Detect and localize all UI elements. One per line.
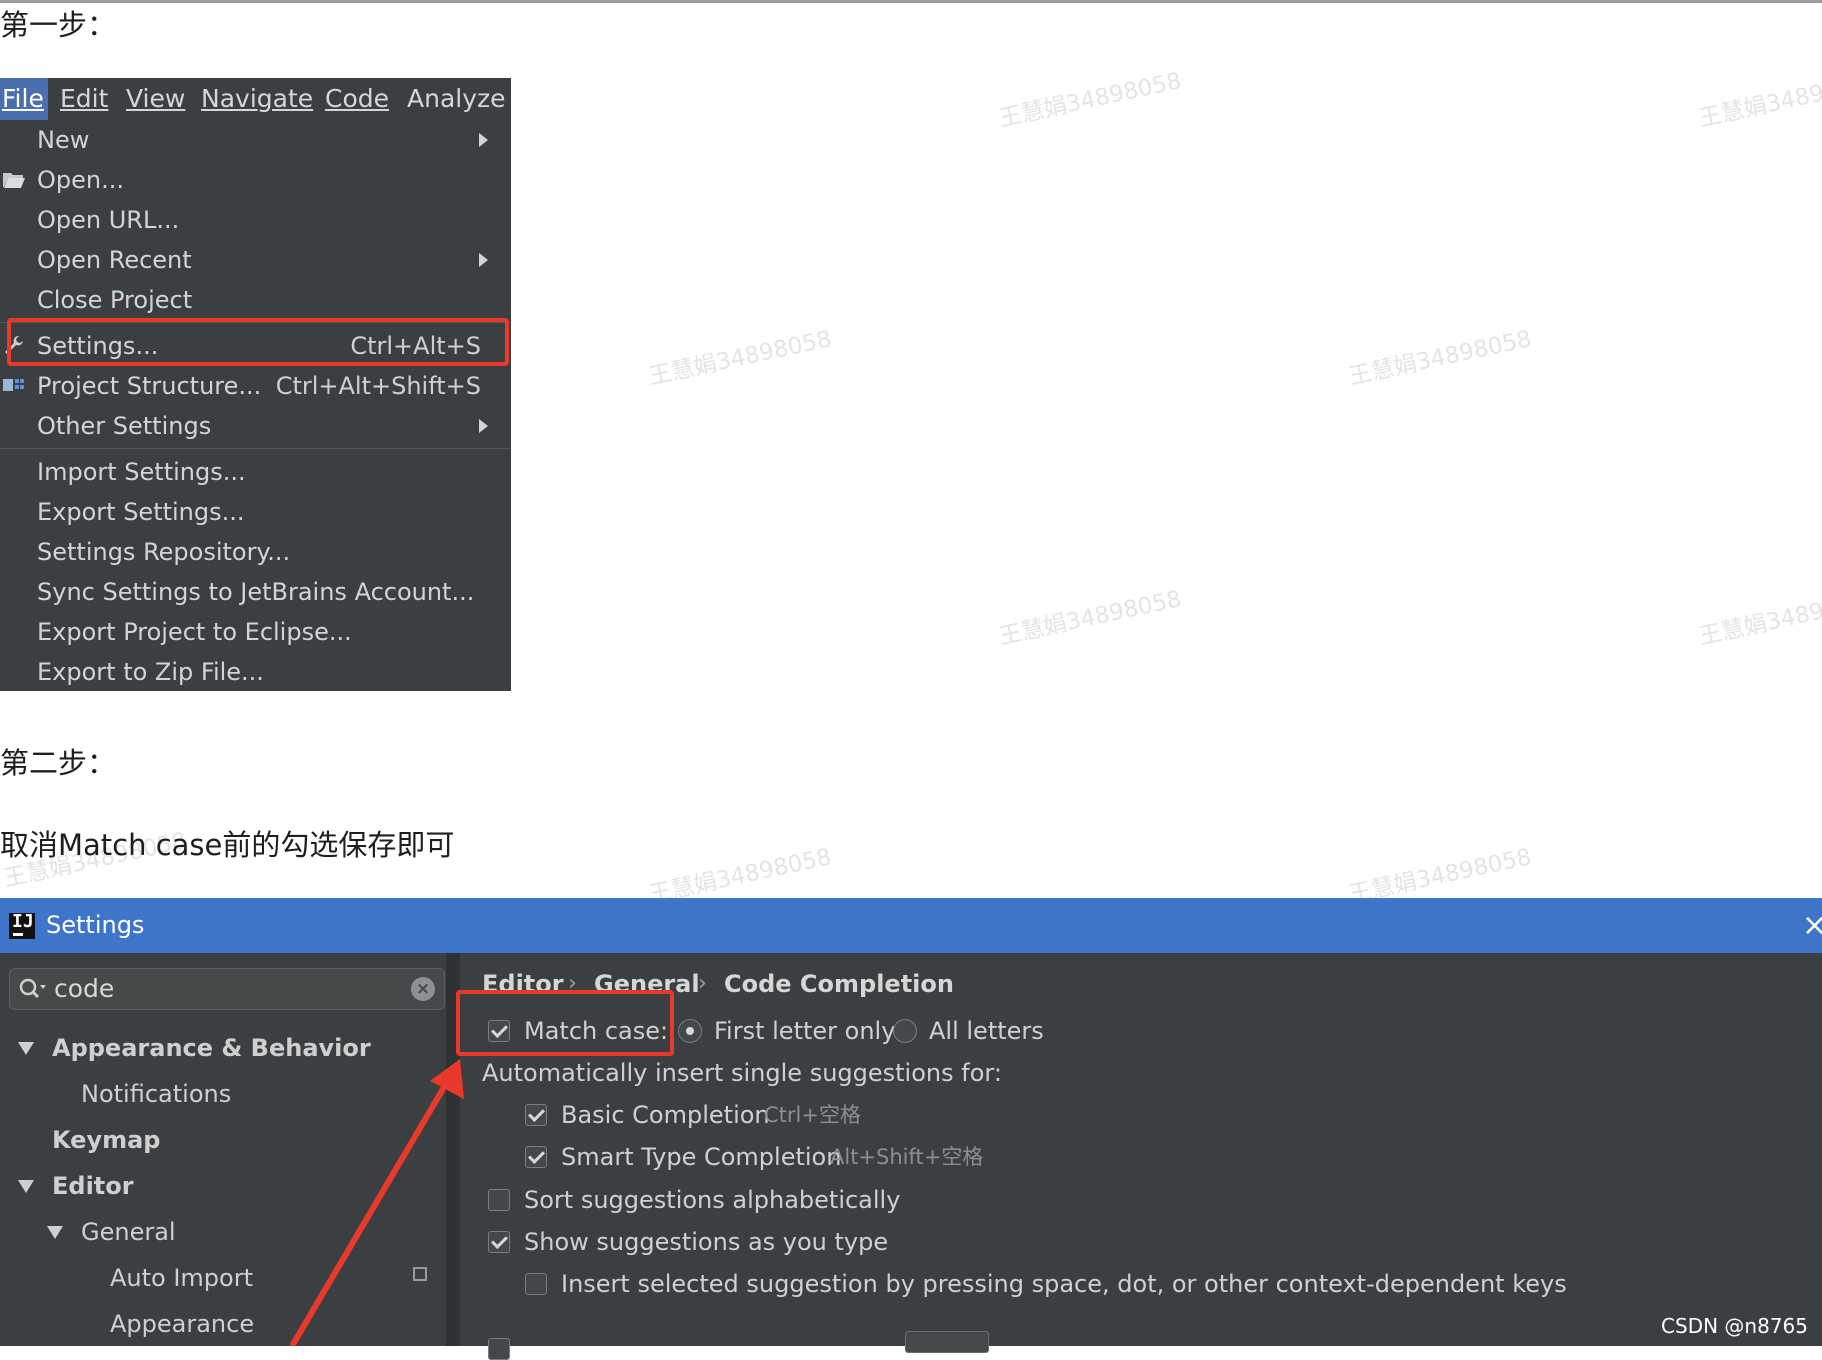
folder-icon xyxy=(3,173,25,188)
menu-item-open-recent[interactable]: Open Recent xyxy=(0,240,511,280)
tree-item-auto-import[interactable]: Auto Import xyxy=(110,1258,253,1298)
watermark: 王慧娟34898058 xyxy=(646,326,834,391)
basic-completion-checkbox[interactable] xyxy=(525,1104,547,1126)
menu-item-export-eclipse[interactable]: Export Project to Eclipse... xyxy=(0,612,511,652)
basic-completion-shortcut: Ctrl+空格 xyxy=(764,1103,861,1127)
red-pointer-arrow-icon xyxy=(289,1059,464,1346)
menu-bar: File Edit View Navigate Code Analyze xyxy=(0,78,511,120)
tree-item-appearance[interactable]: Appearance xyxy=(110,1304,254,1344)
tree-item-general[interactable]: General xyxy=(81,1212,176,1252)
menu-file[interactable]: File xyxy=(0,78,48,120)
file-menu-screenshot: File Edit View Navigate Code Analyze New… xyxy=(0,78,511,691)
menu-item-label: Other Settings xyxy=(37,412,212,440)
search-icon xyxy=(19,978,46,999)
submenu-arrow-icon xyxy=(479,253,488,267)
all-letters-label: All letters xyxy=(929,1017,1044,1045)
clear-search-icon[interactable]: × xyxy=(411,977,435,1001)
first-letter-only-radio[interactable] xyxy=(678,1019,702,1043)
tree-item-editor[interactable]: Editor xyxy=(52,1166,134,1206)
menu-item-open-url[interactable]: Open URL... xyxy=(0,200,511,240)
step-two-heading: 第二步： xyxy=(0,746,117,780)
menu-item-export-zip[interactable]: Export to Zip File... xyxy=(0,652,511,691)
menu-item-label: Import Settings... xyxy=(37,458,246,486)
menu-item-project-structure[interactable]: Project Structure... Ctrl+Alt+Shift+S xyxy=(0,366,511,406)
sort-alphabetically-checkbox[interactable] xyxy=(488,1189,510,1211)
menu-item-label: Project Structure... xyxy=(37,372,262,400)
smart-type-completion-checkbox[interactable] xyxy=(525,1146,547,1168)
menu-item-label: Export Settings... xyxy=(37,498,245,526)
expand-arrow-icon[interactable] xyxy=(18,1180,34,1193)
insert-selected-checkbox[interactable] xyxy=(525,1273,547,1295)
tree-item-keymap[interactable]: Keymap xyxy=(52,1120,160,1160)
menu-item-label: Close Project xyxy=(37,286,193,314)
first-letter-only-label: First letter only xyxy=(714,1017,896,1045)
close-icon[interactable]: × xyxy=(1802,898,1822,953)
menu-analyze[interactable]: Analyze xyxy=(407,78,506,120)
expand-arrow-icon[interactable] xyxy=(18,1042,34,1055)
csdn-credit: CSDN @n8765 xyxy=(1661,1314,1808,1338)
show-as-you-type-checkbox[interactable] xyxy=(488,1231,510,1253)
menu-item-open[interactable]: Open... xyxy=(0,160,511,200)
page-top-rule xyxy=(0,0,1822,3)
menu-item-settings-repository[interactable]: Settings Repository... xyxy=(0,532,511,572)
dialog-title: Settings xyxy=(46,911,145,939)
limit-input[interactable] xyxy=(905,1331,989,1353)
menu-item-label: Open URL... xyxy=(37,206,180,234)
menu-item-label: Sync Settings to JetBrains Account... xyxy=(37,578,475,606)
watermark: 王慧娟34898058 xyxy=(996,68,1184,133)
shortcut-label: Ctrl+Alt+Shift+S xyxy=(275,372,481,400)
menu-item-new[interactable]: New xyxy=(0,120,511,160)
settings-highlight-box xyxy=(7,318,509,366)
all-letters-radio[interactable] xyxy=(893,1019,917,1043)
menu-item-export-settings[interactable]: Export Settings... xyxy=(0,492,511,532)
submenu-arrow-icon xyxy=(479,419,488,433)
dialog-title-bar: IJ Settings × xyxy=(0,898,1822,953)
menu-code[interactable]: Code xyxy=(325,78,389,120)
expand-arrow-icon[interactable] xyxy=(47,1226,63,1239)
match-case-highlight-box xyxy=(456,990,674,1056)
instruction-text: 取消Match case前的勾选保存即可 xyxy=(0,828,455,862)
step-one-heading: 第一步： xyxy=(0,8,117,42)
menu-item-other-settings[interactable]: Other Settings xyxy=(0,406,511,446)
menu-item-label: Settings Repository... xyxy=(37,538,291,566)
search-input[interactable] xyxy=(54,969,394,1009)
intellij-logo-icon: IJ xyxy=(9,911,35,939)
breadcrumb-separator: › xyxy=(698,971,707,996)
show-as-you-type-label: Show suggestions as you type xyxy=(524,1228,889,1256)
smart-type-completion-label: Smart Type Completion xyxy=(561,1143,842,1171)
submenu-arrow-icon xyxy=(479,133,488,147)
menu-navigate[interactable]: Navigate xyxy=(201,78,313,120)
watermark: 王慧娟34898058 xyxy=(1346,326,1534,391)
menu-view[interactable]: View xyxy=(126,78,185,120)
menu-item-import-settings[interactable]: Import Settings... xyxy=(0,452,511,492)
menu-item-label: Export to Zip File... xyxy=(37,658,264,686)
menu-item-close-project[interactable]: Close Project xyxy=(0,280,511,320)
watermark: 王慧娟34898058 xyxy=(1696,586,1822,651)
breadcrumb-code-completion: Code Completion xyxy=(724,970,954,998)
watermark: 王慧娟34898058 xyxy=(1696,68,1822,133)
auto-insert-label: Automatically insert single suggestions … xyxy=(482,1059,1002,1087)
settings-search-field[interactable]: × xyxy=(9,968,445,1010)
next-option-checkbox[interactable] xyxy=(488,1338,510,1360)
menu-item-sync-settings[interactable]: Sync Settings to JetBrains Account... xyxy=(0,572,511,612)
smart-type-completion-shortcut: Alt+Shift+空格 xyxy=(830,1145,984,1169)
menu-item-label: Export Project to Eclipse... xyxy=(37,618,352,646)
menu-item-label: Open... xyxy=(37,166,124,194)
menu-item-label: New xyxy=(37,126,90,154)
sort-alphabetically-label: Sort suggestions alphabetically xyxy=(524,1186,901,1214)
menu-edit[interactable]: Edit xyxy=(60,78,108,120)
project-structure-icon xyxy=(3,379,24,391)
watermark: 王慧娟34898058 xyxy=(996,586,1184,651)
menu-separator xyxy=(0,448,511,449)
menu-item-label: Open Recent xyxy=(37,246,192,274)
insert-selected-label: Insert selected suggestion by pressing s… xyxy=(561,1270,1567,1298)
tree-item-notifications[interactable]: Notifications xyxy=(81,1074,231,1114)
basic-completion-label: Basic Completion xyxy=(561,1101,770,1129)
